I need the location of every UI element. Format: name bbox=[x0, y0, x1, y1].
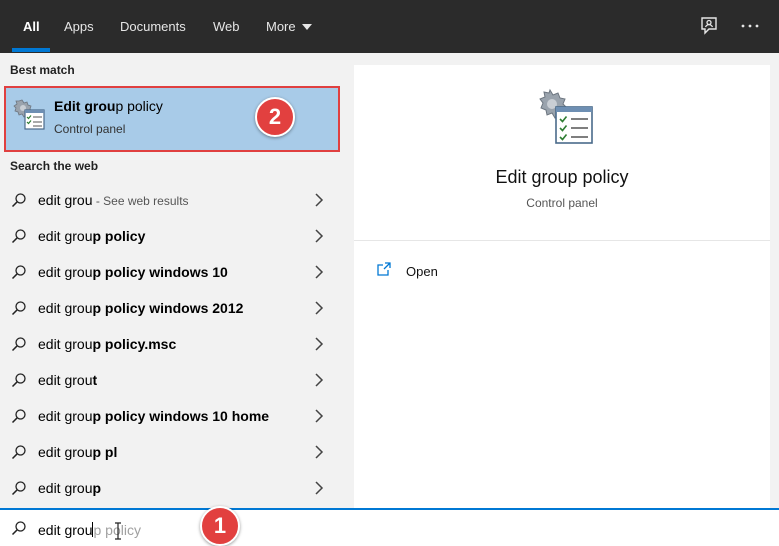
group-policy-large-icon bbox=[539, 88, 593, 144]
search-icon bbox=[11, 521, 26, 536]
web-result-suffix: p bbox=[92, 480, 102, 496]
search-icon bbox=[11, 193, 26, 208]
web-result-prefix: edit grou bbox=[38, 444, 93, 460]
web-result-suffix: p pl bbox=[92, 444, 118, 460]
web-result-row[interactable]: edit grou - See web results bbox=[0, 182, 342, 218]
web-result-text: edit group pl bbox=[38, 444, 117, 460]
web-result-text: edit group policy windows 10 bbox=[38, 264, 228, 280]
web-result-text: edit grou - See web results bbox=[38, 192, 189, 208]
search-typed-text: edit grou bbox=[38, 522, 93, 538]
web-result-suffix: p policy bbox=[92, 228, 146, 244]
tab-documents-label: Documents bbox=[120, 19, 186, 34]
web-result-suffix: t bbox=[92, 372, 98, 388]
ibeam-cursor-icon bbox=[115, 522, 121, 540]
group-policy-icon bbox=[13, 99, 45, 130]
chevron-right-icon[interactable] bbox=[314, 481, 324, 495]
preview-pane: Edit group policy Control panel Open bbox=[354, 65, 770, 508]
chevron-right-icon[interactable] bbox=[314, 193, 324, 207]
tab-documents[interactable]: Documents bbox=[120, 0, 186, 53]
chevron-right-icon[interactable] bbox=[314, 265, 324, 279]
web-result-suffix: p policy.msc bbox=[92, 336, 177, 352]
web-result-row[interactable]: edit grout bbox=[0, 362, 342, 398]
chevron-right-icon[interactable] bbox=[314, 409, 324, 423]
best-match-label: Best match bbox=[10, 63, 75, 77]
web-result-text: edit group policy windows 10 home bbox=[38, 408, 269, 424]
more-options-icon[interactable] bbox=[738, 14, 762, 38]
tab-apps[interactable]: Apps bbox=[64, 0, 94, 53]
web-result-prefix: edit grou bbox=[38, 480, 93, 496]
preview-subtitle: Control panel bbox=[526, 196, 598, 210]
chevron-right-icon[interactable] bbox=[314, 229, 324, 243]
tab-web-label: Web bbox=[213, 19, 240, 34]
open-icon bbox=[377, 262, 391, 276]
web-result-prefix: edit grou bbox=[38, 372, 93, 388]
web-result-suffix: p policy windows 10 bbox=[92, 264, 228, 280]
web-result-prefix: edit grou bbox=[38, 264, 93, 280]
tab-web[interactable]: Web bbox=[213, 0, 240, 53]
web-result-text: edit group policy bbox=[38, 228, 145, 244]
web-result-row[interactable]: edit group policy windows 2012 bbox=[0, 290, 342, 326]
web-result-prefix: edit grou bbox=[38, 228, 93, 244]
preview-title: Edit group policy bbox=[495, 167, 629, 187]
web-result-row[interactable]: edit group policy windows 10 home bbox=[0, 398, 342, 434]
chevron-right-icon[interactable] bbox=[314, 301, 324, 315]
web-result-prefix: edit grou bbox=[38, 336, 93, 352]
search-scope-bar: All Apps Documents Web More bbox=[0, 0, 779, 53]
tab-all-label: All bbox=[23, 19, 40, 34]
web-result-text: edit group bbox=[38, 480, 101, 496]
web-result-row[interactable]: edit group policy bbox=[0, 218, 342, 254]
web-result-prefix: edit grou bbox=[38, 192, 93, 208]
tab-apps-label: Apps bbox=[64, 19, 94, 34]
chevron-right-icon[interactable] bbox=[314, 445, 324, 459]
web-result-row[interactable]: edit group pl bbox=[0, 434, 342, 470]
search-web-label: Search the web bbox=[10, 159, 99, 173]
best-match-title: Edit group policy bbox=[54, 98, 163, 114]
web-result-suffix: p policy windows 2012 bbox=[92, 300, 244, 316]
preview-header: Edit group policy Control panel bbox=[354, 65, 770, 241]
chevron-right-icon[interactable] bbox=[314, 373, 324, 387]
active-tab-indicator bbox=[12, 48, 50, 52]
best-match-title-typed: Edit grou bbox=[54, 98, 116, 114]
search-icon bbox=[11, 409, 26, 424]
search-icon bbox=[11, 265, 26, 280]
annotation-badge-2: 2 bbox=[255, 97, 295, 137]
web-result-row[interactable]: edit group policy windows 10 bbox=[0, 254, 342, 290]
web-result-prefix: edit grou bbox=[38, 300, 93, 316]
web-result-row[interactable]: edit group bbox=[0, 470, 342, 506]
results-list: Best match Edit group policy Control pan… bbox=[0, 53, 342, 508]
tab-more[interactable]: More bbox=[266, 0, 312, 53]
web-result-suffix: p policy windows 10 home bbox=[92, 408, 270, 424]
chevron-right-icon[interactable] bbox=[314, 337, 324, 351]
search-icon bbox=[11, 481, 26, 496]
search-icon bbox=[11, 301, 26, 316]
search-icon bbox=[11, 445, 26, 460]
search-box[interactable]: edit group policy bbox=[0, 508, 779, 546]
chevron-down-icon bbox=[301, 23, 312, 30]
open-label: Open bbox=[406, 264, 438, 279]
feedback-icon[interactable] bbox=[697, 14, 721, 38]
tab-more-label: More bbox=[266, 19, 296, 34]
web-result-row[interactable]: edit group policy.msc bbox=[0, 326, 342, 362]
best-match-title-rest: p policy bbox=[115, 98, 163, 114]
annotation-badge-1: 1 bbox=[200, 506, 240, 546]
search-icon bbox=[11, 373, 26, 388]
search-icon bbox=[11, 337, 26, 352]
web-result-text: edit group policy windows 2012 bbox=[38, 300, 243, 316]
web-result-hint: - See web results bbox=[92, 194, 189, 208]
web-result-prefix: edit grou bbox=[38, 408, 93, 424]
search-icon bbox=[11, 229, 26, 244]
tab-all[interactable]: All bbox=[23, 0, 40, 53]
web-result-text: edit grout bbox=[38, 372, 97, 388]
web-result-text: edit group policy.msc bbox=[38, 336, 176, 352]
best-match-subtitle: Control panel bbox=[54, 122, 126, 136]
search-input[interactable]: edit group policy bbox=[38, 522, 141, 538]
